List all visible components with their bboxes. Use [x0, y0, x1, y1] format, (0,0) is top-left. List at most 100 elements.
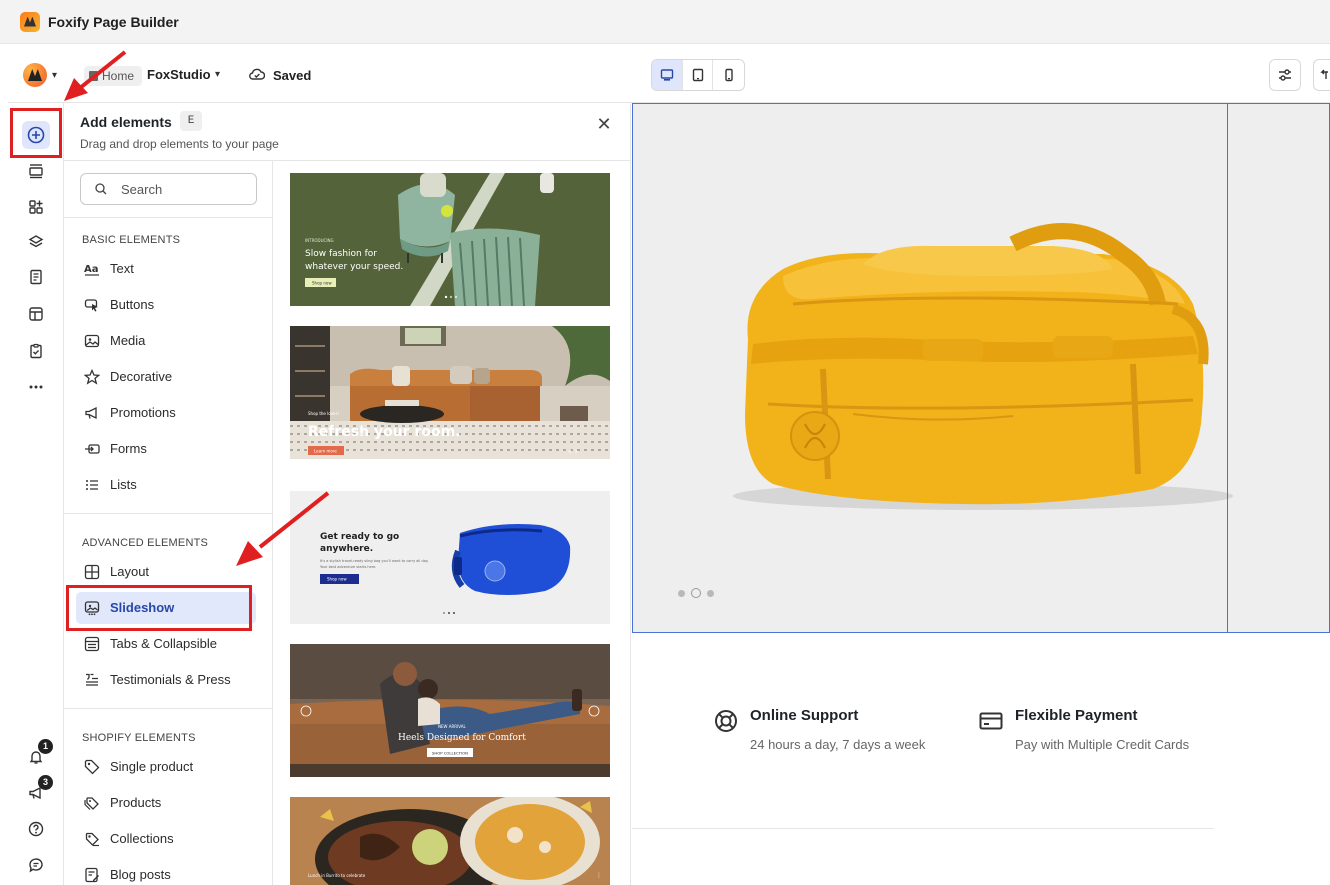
duffel-bag-image: [733, 223, 1233, 510]
category-layout[interactable]: Layout: [76, 556, 256, 588]
title-bar: Foxify Page Builder: [0, 0, 1330, 44]
help-icon: [28, 821, 44, 837]
search-input[interactable]: Search: [80, 173, 257, 205]
left-icon-rail: 1 3: [8, 103, 64, 885]
category-single-product[interactable]: Single product: [76, 751, 256, 783]
category-text[interactable]: Aa Text: [76, 253, 256, 285]
store-selector[interactable]: FoxStudio: [147, 67, 211, 82]
slider-dot-active[interactable]: [691, 588, 701, 598]
category-list: Search BASIC ELEMENTS Aa Text Buttons Me…: [64, 161, 273, 885]
text-icon: Aa: [84, 264, 99, 276]
rail-help[interactable]: [22, 815, 50, 843]
brand-logo-icon[interactable]: [23, 63, 47, 87]
feature-description: 24 hours a day, 7 days a week: [750, 737, 926, 752]
svg-text:Your best adventure starts her: Your best adventure starts here.: [320, 565, 376, 569]
rail-chat[interactable]: [22, 851, 50, 879]
category-testimonials-press[interactable]: Testimonials & Press: [76, 664, 256, 696]
rail-templates[interactable]: [22, 300, 50, 328]
category-label: Single product: [110, 759, 194, 774]
category-buttons[interactable]: Buttons: [76, 289, 256, 321]
thumb2-heading: Refresh your room.: [308, 424, 460, 440]
rail-more[interactable]: [22, 373, 50, 401]
panel-header: Add elements E Drag and drop elements to…: [64, 103, 631, 161]
image-icon: [84, 334, 100, 348]
tag-icon: [84, 759, 100, 775]
group-label-advanced: ADVANCED ELEMENTS: [82, 537, 209, 549]
group-label-shopify: SHOPIFY ELEMENTS: [82, 732, 196, 744]
rail-sections[interactable]: [22, 157, 50, 185]
page-icon: [30, 269, 42, 285]
announcements-badge: 3: [38, 775, 53, 790]
fanny-pack-image: Get ready to go anywhere. It's a stylish…: [290, 491, 610, 624]
mobile-view-button[interactable]: [713, 60, 744, 90]
svg-text:‹ ›: ‹ ›: [568, 447, 578, 457]
category-label: Lists: [110, 477, 137, 492]
food-image: Lunch in Burrito to celebrate ⋮: [290, 797, 610, 885]
category-tabs-collapsible[interactable]: Tabs & Collapsible: [76, 628, 256, 660]
settings-button[interactable]: [1269, 59, 1301, 91]
device-switcher: [651, 59, 745, 91]
rail-announcements[interactable]: 3: [22, 775, 53, 807]
category-products[interactable]: Products: [76, 787, 256, 819]
slideshow-section[interactable]: [632, 103, 1330, 633]
slideshow-template-3[interactable]: Get ready to go anywhere. It's a stylish…: [290, 491, 610, 624]
category-label: Text: [110, 261, 134, 276]
chevron-down-icon[interactable]: ▾: [215, 69, 220, 80]
desktop-icon: [660, 69, 674, 81]
svg-text:Get ready to go: Get ready to go: [320, 532, 399, 542]
category-promotions[interactable]: Promotions: [76, 397, 256, 429]
slider-dot[interactable]: [707, 589, 714, 597]
svg-text:It's a stylish travel-ready sl: It's a stylish travel-ready sling bag yo…: [320, 559, 429, 563]
thumb1-button: Shop now: [312, 281, 332, 286]
feature-title: Flexible Payment: [1015, 707, 1138, 724]
apps-icon: [29, 200, 43, 214]
mobile-icon: [724, 68, 733, 82]
layout-icon: [84, 564, 100, 580]
cloud-check-icon: [249, 68, 265, 80]
rail-notifications[interactable]: 1: [22, 739, 53, 771]
breadcrumb-home[interactable]: Home: [84, 66, 143, 86]
category-label: Products: [110, 795, 162, 810]
list-icon: [86, 480, 98, 490]
category-label: Promotions: [110, 405, 176, 420]
rail-layers[interactable]: [22, 228, 50, 256]
window-title: Foxify Page Builder: [48, 13, 179, 30]
rail-pages[interactable]: [22, 263, 50, 291]
svg-text:⋮: ⋮: [596, 872, 602, 879]
app-window: Foxify Page Builder ▾ Home FoxStudio ▾ S…: [0, 0, 1330, 885]
category-lists[interactable]: Lists: [76, 469, 256, 501]
rail-checklist[interactable]: [22, 337, 50, 365]
slideshow-template-4[interactable]: NEW ARRIVAL Heels Designed for Comfort S…: [290, 644, 610, 777]
collection-icon: [85, 832, 99, 847]
add-elements-panel: Add elements E Drag and drop elements to…: [64, 103, 631, 885]
category-blog-posts[interactable]: Blog posts: [76, 859, 256, 885]
search-icon: [95, 183, 107, 195]
category-label: Decorative: [110, 369, 173, 384]
desktop-view-button[interactable]: [652, 60, 683, 90]
svg-text:whatever your speed.: whatever your speed.: [305, 262, 403, 272]
tablet-view-button[interactable]: [683, 60, 714, 90]
tablet-icon: [692, 68, 703, 82]
slideshow-template-5[interactable]: Lunch in Burrito to celebrate ⋮: [290, 797, 610, 885]
category-label: Forms: [110, 441, 147, 456]
svg-text:Aa: Aa: [84, 264, 99, 275]
category-collections[interactable]: Collections: [76, 823, 256, 855]
close-icon[interactable]: ✕: [594, 114, 614, 134]
tabs-icon: [84, 636, 100, 652]
fashion-image: INTRODUCING Slow fashion for whatever yo…: [290, 173, 610, 306]
chevron-down-icon[interactable]: ▾: [52, 70, 57, 81]
page-canvas: Online Support 24 hours a day, 7 days a …: [632, 103, 1330, 885]
slider-dot[interactable]: [678, 589, 685, 597]
category-decorative[interactable]: Decorative: [76, 361, 256, 393]
slideshow-template-2[interactable]: Shop the looks! Refresh your room. Learn…: [290, 326, 610, 459]
group-label-basic: BASIC ELEMENTS: [82, 234, 181, 246]
quote-icon: [86, 673, 98, 686]
thumb5-heading: Lunch in Burrito to celebrate: [308, 873, 366, 878]
category-forms[interactable]: Forms: [76, 433, 256, 465]
svg-text:Slow fashion for: Slow fashion for: [305, 249, 377, 259]
column-divider: [1227, 104, 1228, 632]
undo-button[interactable]: [1313, 59, 1330, 91]
category-media[interactable]: Media: [76, 325, 256, 357]
slideshow-template-1[interactable]: INTRODUCING Slow fashion for whatever yo…: [290, 173, 610, 306]
rail-apps[interactable]: [22, 193, 50, 221]
